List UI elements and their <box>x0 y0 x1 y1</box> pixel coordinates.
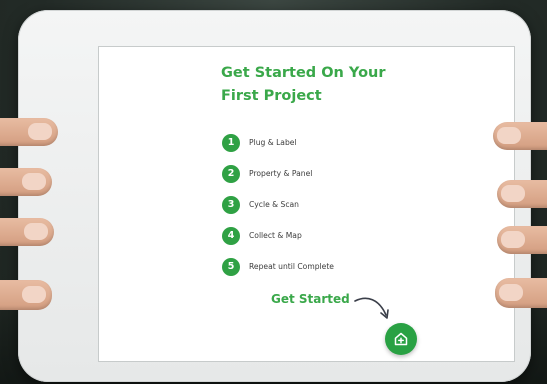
get-started-button[interactable] <box>385 323 417 355</box>
fingernail <box>499 284 523 301</box>
fingernail <box>501 185 525 202</box>
fingernail <box>501 231 525 248</box>
tablet-device: Get Started On Your First Project 1 Plug… <box>18 10 531 382</box>
step-number-badge: 3 <box>222 195 240 214</box>
left-finger-3 <box>0 218 54 246</box>
left-finger-4 <box>0 280 52 310</box>
tablet-screen: Get Started On Your First Project 1 Plug… <box>98 46 515 362</box>
step-item-2: 2 Property & Panel <box>222 158 442 189</box>
step-number-badge: 1 <box>222 133 240 152</box>
home-plus-icon <box>394 332 408 346</box>
left-finger-2 <box>0 168 52 196</box>
page-title: Get Started On Your First Project <box>221 62 471 108</box>
step-label: Collect & Map <box>249 231 302 240</box>
title-line-1: Get Started On Your <box>221 65 386 81</box>
step-label: Repeat until Complete <box>249 262 334 271</box>
step-label: Property & Panel <box>249 169 313 178</box>
fingernail <box>22 286 46 303</box>
step-label: Cycle & Scan <box>249 200 299 209</box>
step-item-5: 5 Repeat until Complete <box>222 251 442 282</box>
step-item-3: 3 Cycle & Scan <box>222 189 442 220</box>
right-finger-4 <box>495 278 547 308</box>
step-number-badge: 2 <box>222 164 240 183</box>
curved-arrow-icon <box>354 297 389 319</box>
right-finger-1 <box>493 122 547 150</box>
fingernail <box>22 173 46 190</box>
fingernail <box>28 123 52 140</box>
step-item-1: 1 Plug & Label <box>222 127 442 158</box>
get-started-label: Get Started <box>271 292 350 306</box>
left-finger-1 <box>0 118 58 146</box>
fingernail <box>497 127 521 144</box>
step-number-badge: 5 <box>222 257 240 276</box>
fingernail <box>24 223 48 240</box>
right-finger-3 <box>497 226 547 254</box>
step-number-badge: 4 <box>222 226 240 245</box>
step-item-4: 4 Collect & Map <box>222 220 442 251</box>
step-list: 1 Plug & Label 2 Property & Panel 3 Cycl… <box>222 127 442 282</box>
right-finger-2 <box>497 180 547 208</box>
title-line-2: First Project <box>221 88 322 104</box>
step-label: Plug & Label <box>249 138 297 147</box>
